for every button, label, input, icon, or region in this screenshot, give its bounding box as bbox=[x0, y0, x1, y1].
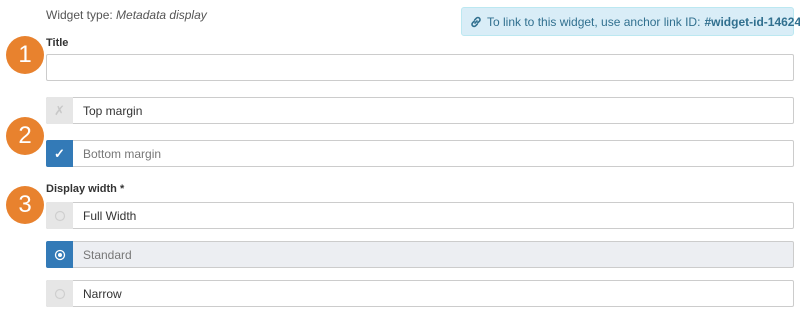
display-width-option-narrow[interactable]: Narrow bbox=[46, 280, 794, 307]
bottom-margin-label: Bottom margin bbox=[83, 146, 162, 161]
full-width-radio[interactable] bbox=[46, 202, 73, 229]
top-margin-label: Top margin bbox=[83, 103, 143, 118]
widget-type-line: Widget type: Metadata display bbox=[46, 8, 207, 22]
link-icon bbox=[469, 15, 483, 29]
full-width-label: Full Width bbox=[83, 208, 137, 223]
display-width-label: Display width * bbox=[46, 183, 125, 195]
radio-selected-icon bbox=[54, 249, 65, 260]
narrow-radio[interactable] bbox=[46, 280, 73, 307]
checkmark-icon: ✓ bbox=[54, 145, 65, 161]
title-input[interactable] bbox=[46, 54, 794, 81]
x-mark-icon: ✗ bbox=[54, 102, 65, 118]
bottom-margin-toggle[interactable]: ✓ Bottom margin bbox=[46, 140, 794, 167]
widget-type-label: Widget type: bbox=[46, 8, 113, 22]
top-margin-checkbox[interactable]: ✗ bbox=[46, 97, 73, 124]
narrow-label: Narrow bbox=[83, 286, 122, 301]
anchor-link-notice: To link to this widget, use anchor link … bbox=[461, 7, 800, 36]
standard-radio[interactable] bbox=[46, 241, 73, 268]
widget-type-value: Metadata display bbox=[116, 8, 207, 22]
step-badge-1: 1 bbox=[6, 36, 44, 74]
bottom-margin-checkbox[interactable]: ✓ bbox=[46, 140, 73, 167]
radio-empty-icon bbox=[54, 288, 65, 299]
anchor-link-id: #widget-id-1462446 bbox=[704, 14, 800, 29]
radio-empty-icon bbox=[54, 210, 65, 221]
standard-label: Standard bbox=[83, 247, 132, 262]
anchor-link-text: To link to this widget, use anchor link … bbox=[487, 14, 701, 29]
title-label: Title bbox=[46, 37, 69, 49]
display-width-option-standard[interactable]: Standard bbox=[46, 241, 794, 268]
step-badge-3: 3 bbox=[6, 186, 44, 224]
top-margin-toggle[interactable]: ✗ Top margin bbox=[46, 97, 794, 124]
step-badge-2: 2 bbox=[6, 117, 44, 155]
display-width-option-full[interactable]: Full Width bbox=[46, 202, 794, 229]
